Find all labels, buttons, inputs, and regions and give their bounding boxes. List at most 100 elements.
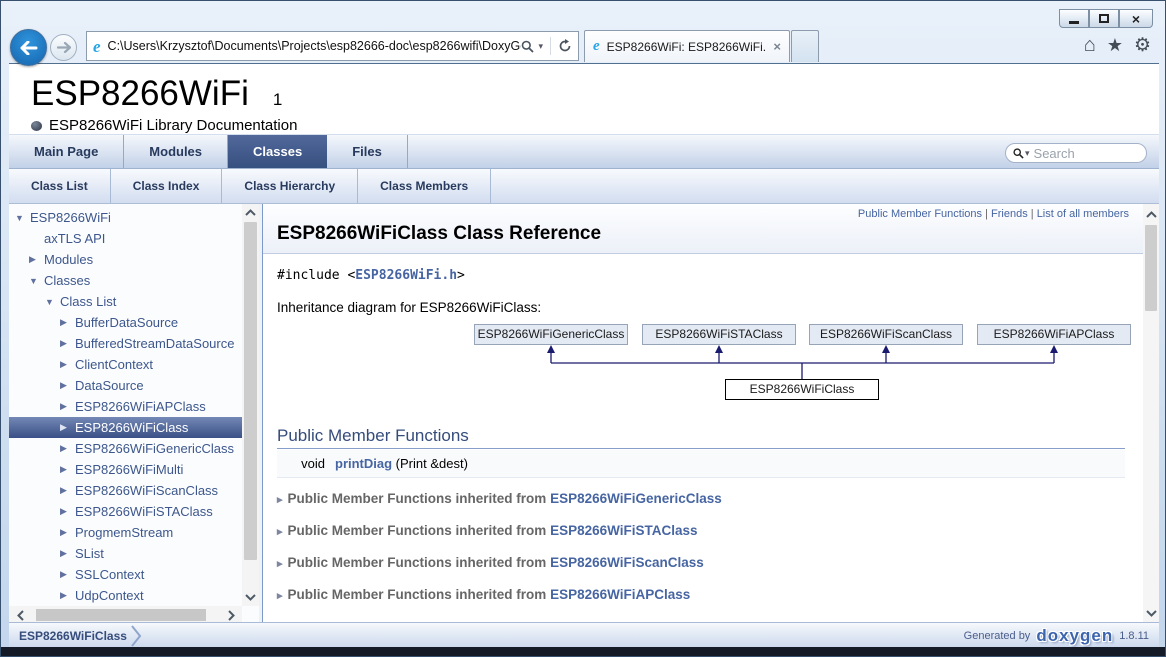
tree-item-label[interactable]: ClientContext (75, 357, 153, 372)
back-button[interactable] (10, 29, 47, 66)
tree-item-label[interactable]: ESP8266WiFi (30, 210, 111, 225)
include-file-link[interactable]: ESP8266WiFi.h (355, 268, 457, 283)
expand-arrow-icon[interactable]: ▸ (277, 558, 283, 570)
expand-arrow-icon[interactable]: ▸ (277, 494, 283, 506)
expand-arrow-icon[interactable]: ▸ (277, 590, 283, 602)
sidebar-scrollbar-vertical[interactable] (242, 204, 259, 606)
scroll-up-icon[interactable] (242, 204, 259, 221)
diagram-node-staclass[interactable]: ESP8266WiFiSTAClass (642, 324, 796, 345)
tree-expand-icon[interactable]: ▶ (60, 548, 75, 559)
tree-item-label[interactable]: ESP8266WiFiScanClass (75, 483, 218, 498)
tree-expand-icon[interactable]: ▼ (15, 213, 30, 223)
url-text[interactable]: C:\Users\Krzysztof\Documents\Projects\es… (108, 39, 522, 53)
tree-item-axtls-api[interactable]: axTLS API (9, 228, 259, 249)
tree-item-bufferdatasource[interactable]: ▶BufferDataSource (9, 312, 259, 333)
tree-expand-icon[interactable]: ▼ (45, 297, 60, 307)
tree-expand-icon[interactable]: ▶ (60, 464, 75, 475)
doxygen-logo[interactable]: doxygen (1036, 626, 1113, 646)
inherited-section-apclass[interactable]: ▸Public Member Functions inherited from … (277, 583, 1125, 606)
tree-item-label[interactable]: Classes (44, 273, 90, 288)
diagram-node-apclass[interactable]: ESP8266WiFiAPClass (977, 324, 1131, 345)
summary-link-friends[interactable]: Friends (991, 208, 1028, 220)
tree-item-label[interactable]: ProgmemStream (75, 525, 173, 540)
tree-item-label[interactable]: ESP8266WiFiMulti (75, 462, 183, 477)
search-box[interactable]: ▾ (1005, 143, 1147, 163)
tree-item-esp8266wifiscanclass[interactable]: ▶ESP8266WiFiScanClass (9, 480, 259, 501)
tree-item-esp8266wifigenericclass[interactable]: ▶ESP8266WiFiGenericClass (9, 438, 259, 459)
tree-expand-icon[interactable]: ▶ (60, 359, 75, 370)
tree-expand-icon[interactable]: ▶ (60, 401, 75, 412)
tree-item-progmemstream[interactable]: ▶ProgmemStream (9, 522, 259, 543)
favorites-icon[interactable]: ★ (1107, 36, 1123, 54)
tree-item-class-list[interactable]: ▼Class List (9, 291, 259, 312)
tab-close-icon[interactable]: × (773, 40, 781, 53)
summary-link-all-members[interactable]: List of all members (1037, 208, 1129, 220)
tree-expand-icon[interactable]: ▶ (29, 254, 44, 265)
tree-item-sslcontext[interactable]: ▶SSLContext (9, 564, 259, 585)
tree-item-label[interactable]: ESP8266WiFiGenericClass (75, 441, 234, 456)
tab-files[interactable]: Files (327, 135, 408, 168)
summary-link-public-member-functions[interactable]: Public Member Functions (858, 208, 982, 220)
url-search-dropdown-icon[interactable]: ▾ (538, 41, 543, 52)
tree-item-label[interactable]: ESP8266WiFiAPClass (75, 399, 206, 414)
tree-item-clientcontext[interactable]: ▶ClientContext (9, 354, 259, 375)
tree-expand-icon[interactable]: ▶ (60, 317, 75, 328)
tree-expand-icon[interactable]: ▶ (60, 443, 75, 454)
tab-main-page[interactable]: Main Page (9, 135, 124, 168)
forward-button[interactable] (50, 34, 77, 61)
tree-expand-icon[interactable]: ▶ (60, 485, 75, 496)
sidebar-scrollbar-thumb[interactable] (244, 222, 257, 560)
inherited-class-link[interactable]: ESP8266WiFiAPClass (550, 587, 690, 602)
tools-icon[interactable]: ⚙ (1134, 36, 1151, 55)
tree-item-label[interactable]: Modules (44, 252, 93, 267)
tree-item-classes[interactable]: ▼Classes (9, 270, 259, 291)
diagram-node-esp8266wificlass[interactable]: ESP8266WiFiClass (725, 379, 879, 400)
search-dropdown-icon[interactable]: ▾ (1025, 148, 1030, 159)
url-search-icon[interactable] (521, 40, 534, 53)
maximize-button[interactable] (1089, 9, 1119, 28)
tree-item-label[interactable]: ESP8266WiFiSTAClass (75, 504, 213, 519)
tree-item-label[interactable]: BufferDataSource (75, 315, 178, 330)
tree-expand-icon[interactable]: ▶ (60, 338, 75, 349)
tree-expand-icon[interactable]: ▼ (29, 276, 44, 286)
search-icon[interactable] (1013, 148, 1024, 159)
tree-expand-icon[interactable]: ▶ (60, 380, 75, 391)
diagram-node-scanclass[interactable]: ESP8266WiFiScanClass (809, 324, 963, 345)
tree-item-slist[interactable]: ▶SList (9, 543, 259, 564)
sidebar-hscrollbar-thumb[interactable] (36, 609, 206, 621)
refresh-icon[interactable] (558, 39, 572, 53)
tree-item-label[interactable]: axTLS API (44, 231, 105, 246)
tree-item-esp8266wifimulti[interactable]: ▶ESP8266WiFiMulti (9, 459, 259, 480)
tree-item-modules[interactable]: ▶Modules (9, 249, 259, 270)
close-button[interactable]: × (1119, 9, 1153, 28)
doc-scrollbar-thumb[interactable] (1145, 225, 1157, 311)
tab-class-hierarchy[interactable]: Class Hierarchy (222, 169, 358, 203)
tree-item-esp8266wificlass-selected[interactable]: ▶ESP8266WiFiClass (9, 417, 259, 438)
inherited-class-link[interactable]: ESP8266WiFiSTAClass (550, 523, 697, 538)
inherited-class-link[interactable]: ESP8266WiFiScanClass (550, 555, 704, 570)
scroll-up-icon[interactable] (1143, 206, 1159, 223)
tree-expand-icon[interactable]: ▶ (60, 422, 75, 433)
tree-item-label[interactable]: ESP8266WiFiClass (75, 420, 188, 435)
diagram-node-genericclass[interactable]: ESP8266WiFiGenericClass (474, 324, 628, 345)
inherited-section-scanclass[interactable]: ▸Public Member Functions inherited from … (277, 551, 1125, 574)
new-tab-button[interactable] (791, 30, 819, 62)
expand-arrow-icon[interactable]: ▸ (277, 526, 283, 538)
scroll-down-icon[interactable] (1143, 605, 1159, 622)
tree-item-label[interactable]: SSLContext (75, 567, 144, 582)
scroll-down-icon[interactable] (242, 589, 259, 606)
tab-class-members[interactable]: Class Members (358, 169, 491, 203)
tree-item-label[interactable]: DataSource (75, 378, 144, 393)
minimize-button[interactable] (1059, 9, 1089, 28)
address-bar[interactable]: e C:\Users\Krzysztof\Documents\Projects\… (86, 31, 579, 61)
search-input[interactable] (1034, 146, 1124, 161)
breadcrumb[interactable]: ESP8266WiFiClass (19, 629, 127, 643)
tree-expand-icon[interactable]: ▶ (60, 506, 75, 517)
tree-expand-icon[interactable]: ▶ (60, 569, 75, 580)
tree-item-label[interactable]: UdpContext (75, 588, 144, 603)
tree-item-esp8266wifiapclass[interactable]: ▶ESP8266WiFiAPClass (9, 396, 259, 417)
tab-modules[interactable]: Modules (124, 135, 228, 168)
inherited-section-genericclass[interactable]: ▸Public Member Functions inherited from … (277, 487, 1125, 510)
tree-item-bufferedstreamdatasource[interactable]: ▶BufferedStreamDataSource (9, 333, 259, 354)
member-link-printdiag[interactable]: printDiag (335, 456, 392, 471)
